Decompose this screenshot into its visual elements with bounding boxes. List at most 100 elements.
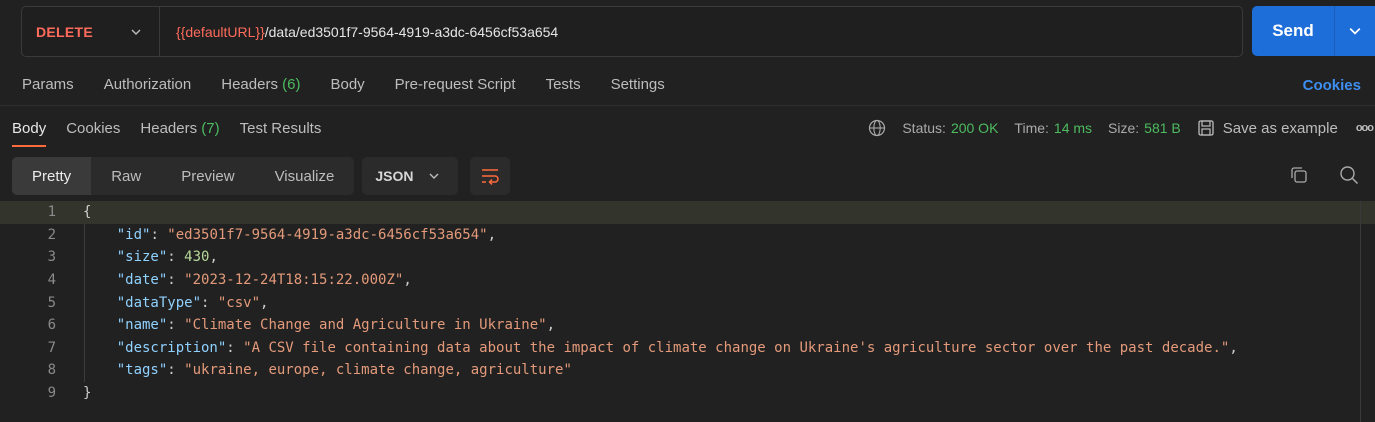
tab-tests[interactable]: Tests bbox=[546, 76, 581, 93]
method-label: DELETE bbox=[36, 23, 94, 40]
code-text: "id": "ed3501f7-9564-4919-a3dc-6456cf53a… bbox=[116, 226, 497, 243]
status-label: Status: bbox=[902, 120, 946, 136]
save-as-example-label: Save as example bbox=[1222, 119, 1338, 137]
line-number: 4 bbox=[47, 272, 56, 289]
json-comma: , bbox=[487, 226, 497, 243]
response-tab-body[interactable]: Body bbox=[12, 107, 47, 149]
code-text: "size": 430, bbox=[116, 249, 218, 266]
json-comma: , bbox=[1229, 339, 1238, 356]
format-select[interactable]: JSON bbox=[362, 157, 459, 195]
line-number: 6 bbox=[47, 317, 56, 334]
line-number: 9 bbox=[47, 385, 56, 402]
json-comma: , bbox=[260, 294, 269, 311]
chevron-down-icon bbox=[429, 173, 439, 179]
url-variable: {{defaultURL}} bbox=[176, 23, 265, 40]
response-tab-headers[interactable]: Headers (7) bbox=[140, 107, 219, 149]
url-input[interactable]: {{defaultURL}}/data/ed3501f7-9564-4919-a… bbox=[160, 7, 1242, 56]
line-number: 3 bbox=[47, 249, 56, 266]
json-value: "A CSV file containing data about the im… bbox=[243, 339, 1230, 356]
search-icon[interactable] bbox=[1339, 165, 1359, 185]
tab-authorization[interactable]: Authorization bbox=[104, 76, 192, 93]
send-dropdown-button[interactable] bbox=[1335, 6, 1375, 56]
code-line: 5 "dataType": "csv", bbox=[0, 291, 1375, 314]
response-body-editor[interactable]: 1 { 2 "id": "ed3501f7-9564-4919-a3dc-645… bbox=[0, 201, 1375, 422]
json-key: "description" bbox=[116, 339, 227, 356]
more-options-button[interactable]: ooo bbox=[1356, 122, 1374, 134]
code-line: 4 "date": "2023-12-24T18:15:22.000Z", bbox=[0, 269, 1375, 292]
line-number: 1 bbox=[47, 204, 56, 221]
cookies-link[interactable]: Cookies bbox=[1303, 77, 1361, 94]
response-headers-label: Headers bbox=[140, 119, 198, 137]
view-mode-pretty[interactable]: Pretty bbox=[12, 157, 92, 195]
copy-icon[interactable] bbox=[1289, 165, 1309, 185]
json-key: "id" bbox=[116, 226, 151, 243]
view-mode-visualize[interactable]: Visualize bbox=[255, 157, 355, 195]
wrap-lines-button[interactable] bbox=[470, 157, 511, 195]
url-path: /data/ed3501f7-9564-4919-a3dc-6456cf53a6… bbox=[264, 23, 559, 40]
code-line: 8 "tags": "ukraine, europe, climate chan… bbox=[0, 359, 1375, 382]
wrap-lines-icon bbox=[482, 169, 500, 186]
status-readout: Status: 200 OK bbox=[902, 120, 998, 136]
tab-prerequest-script[interactable]: Pre-request Script bbox=[395, 76, 516, 93]
size-readout: Size: 581 B bbox=[1108, 120, 1181, 136]
code-close-brace: } bbox=[83, 385, 92, 402]
response-tab-test-results[interactable]: Test Results bbox=[240, 107, 322, 149]
code-line: 9 } bbox=[0, 382, 1375, 405]
view-mode-raw[interactable]: Raw bbox=[91, 157, 161, 195]
json-value: "2023-12-24T18:15:22.000Z" bbox=[184, 272, 404, 289]
json-key: "name" bbox=[116, 317, 168, 334]
json-value: 430 bbox=[184, 249, 210, 266]
json-comma: , bbox=[546, 317, 556, 334]
indent-guide bbox=[84, 224, 85, 382]
code-text: "dataType": "csv", bbox=[116, 294, 269, 311]
json-value: "ed3501f7-9564-4919-a3dc-6456cf53a654" bbox=[167, 226, 488, 243]
time-value: 14 ms bbox=[1053, 120, 1093, 136]
request-tabs: Params Authorization Headers (6) Body Pr… bbox=[0, 64, 1375, 106]
json-value: "ukraine, europe, climate change, agricu… bbox=[184, 362, 572, 379]
method-select[interactable]: DELETE bbox=[22, 7, 160, 56]
chevron-down-icon bbox=[131, 29, 141, 35]
save-as-example-button[interactable]: Save as example bbox=[1197, 119, 1338, 137]
json-key: "date" bbox=[116, 272, 168, 289]
tab-headers-label: Headers bbox=[221, 76, 278, 93]
view-mode-group: Pretty Raw Preview Visualize bbox=[12, 157, 355, 195]
status-value: 200 OK bbox=[950, 120, 999, 136]
json-key: "dataType" bbox=[116, 294, 202, 311]
line-number: 2 bbox=[47, 226, 56, 243]
format-label: JSON bbox=[375, 168, 414, 184]
json-value: "Climate Change and Agriculture in Ukrai… bbox=[184, 317, 547, 334]
code-line: 1 { bbox=[0, 201, 1375, 224]
response-actions bbox=[1259, 165, 1359, 185]
size-label: Size: bbox=[1108, 120, 1140, 136]
code-line: 3 "size": 430, bbox=[0, 246, 1375, 269]
headers-count-badge: (6) bbox=[282, 76, 301, 93]
response-headers-count: (7) bbox=[201, 119, 220, 137]
save-icon bbox=[1198, 120, 1214, 136]
json-key: "size" bbox=[116, 249, 168, 266]
tab-body[interactable]: Body bbox=[330, 76, 364, 93]
json-comma: , bbox=[209, 249, 218, 266]
code-fields: 2 "id": "ed3501f7-9564-4919-a3dc-6456cf5… bbox=[0, 224, 1375, 382]
code-line: 7 "description": "A CSV file containing … bbox=[0, 337, 1375, 360]
response-tab-cookies[interactable]: Cookies bbox=[66, 107, 120, 149]
time-readout: Time: 14 ms bbox=[1014, 120, 1092, 136]
send-group: Send bbox=[1252, 6, 1375, 56]
code-open-brace: { bbox=[83, 204, 92, 221]
globe-icon[interactable] bbox=[868, 119, 886, 137]
response-toolbar: Pretty Raw Preview Visualize JSON bbox=[12, 157, 511, 195]
tab-params[interactable]: Params bbox=[22, 76, 74, 93]
chevron-down-icon bbox=[1349, 28, 1361, 35]
response-tabs: Body Cookies Headers (7) Test Results St… bbox=[0, 107, 1375, 149]
size-value: 581 B bbox=[1144, 120, 1181, 136]
editor-scrollbar[interactable] bbox=[1360, 201, 1361, 422]
tab-headers[interactable]: Headers (6) bbox=[221, 76, 300, 93]
send-button[interactable]: Send bbox=[1252, 6, 1335, 56]
json-key: "tags" bbox=[116, 362, 168, 379]
tab-settings[interactable]: Settings bbox=[611, 76, 665, 93]
code-text: "name": "Climate Change and Agriculture … bbox=[116, 317, 556, 334]
line-number: 8 bbox=[47, 362, 56, 379]
code-text: "description": "A CSV file containing da… bbox=[116, 339, 1238, 356]
view-mode-preview[interactable]: Preview bbox=[161, 157, 254, 195]
time-label: Time: bbox=[1014, 120, 1049, 136]
json-value: "csv" bbox=[217, 294, 261, 311]
